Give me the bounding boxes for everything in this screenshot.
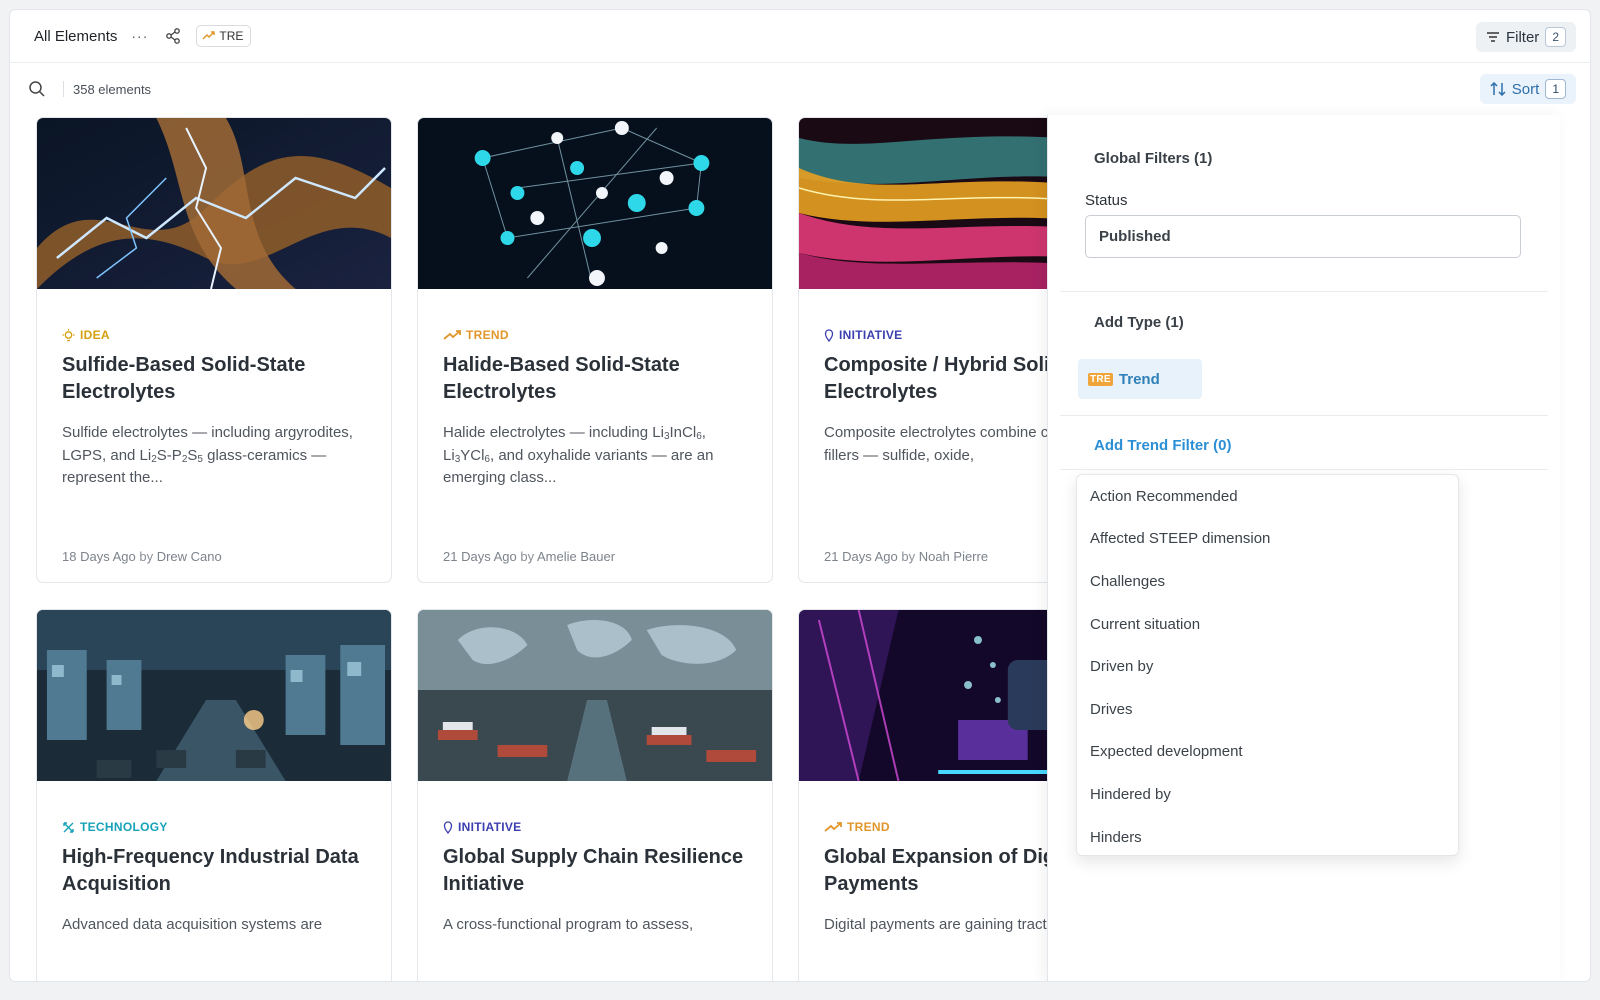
filter-icon xyxy=(1486,32,1499,42)
type-badge: TRE xyxy=(1088,372,1113,386)
toolbar: 358 elements Sort 1 xyxy=(10,63,1590,115)
type-filter-label: Trend xyxy=(1118,370,1160,388)
dropdown-option[interactable]: Challenges xyxy=(1077,560,1458,603)
dropdown-option[interactable]: Driven by xyxy=(1077,645,1458,688)
element-card[interactable]: INITIATIVE Global Supply Chain Resilienc… xyxy=(417,609,773,981)
divider xyxy=(1060,291,1548,292)
world-port-image xyxy=(418,610,772,781)
add-type-heading[interactable]: Add Type (1) xyxy=(1094,314,1184,331)
sort-icon xyxy=(1490,82,1506,96)
trend-arrow-icon xyxy=(202,31,216,40)
industrial-plant-image xyxy=(37,610,391,781)
trend-filter-dropdown: Action Recommended Affected STEEP dimens… xyxy=(1076,474,1459,856)
card-type-tag: TECHNOLOGY xyxy=(62,820,168,834)
divider xyxy=(1060,415,1548,416)
card-type-tag: TREND xyxy=(443,328,509,342)
dropdown-option[interactable]: Affected STEEP dimension xyxy=(1077,518,1458,561)
pin-icon xyxy=(443,820,453,834)
card-title: High-Frequency Industrial Data Acquisiti… xyxy=(62,846,359,895)
dropdown-option[interactable]: Action Recommended xyxy=(1077,475,1458,518)
card-title: Global Supply Chain Resilience Initiativ… xyxy=(443,846,744,895)
dropdown-option[interactable]: Hindered by xyxy=(1077,773,1458,816)
card-type-label: INITIATIVE xyxy=(839,328,903,342)
card-type-tag: INITIATIVE xyxy=(443,820,521,834)
trend-arrow-icon xyxy=(824,821,842,832)
card-type-label: INITIATIVE xyxy=(458,820,522,834)
card-type-label: TREND xyxy=(847,820,890,834)
search-icon[interactable] xyxy=(28,80,46,98)
filter-button[interactable]: Filter 2 xyxy=(1475,22,1576,52)
toolbar-divider xyxy=(63,81,64,97)
page-header: All Elements ··· TRE Filter 2 xyxy=(10,10,1590,63)
element-card[interactable]: TREND Halide-Based Solid-State Electroly… xyxy=(417,117,773,583)
sort-count-badge: 1 xyxy=(1545,79,1566,99)
filter-count-badge: 2 xyxy=(1545,27,1566,47)
pin-icon xyxy=(824,328,834,342)
dropdown-option[interactable]: Hinders xyxy=(1077,816,1458,859)
trend-arrow-icon xyxy=(443,329,461,340)
card-meta: 21 Days Ago by Amelie Bauer xyxy=(443,549,616,564)
dropdown-option[interactable]: Current situation xyxy=(1077,603,1458,646)
card-type-label: IDEA xyxy=(80,328,110,342)
lightbulb-icon xyxy=(62,328,75,341)
divider xyxy=(1060,469,1548,470)
card-type-label: TREND xyxy=(466,328,509,342)
card-title: Halide-Based Solid-State Electrolytes xyxy=(443,354,680,403)
card-meta: 18 Days Ago by Drew Cano xyxy=(62,549,222,564)
type-filter-trend[interactable]: TRE Trend xyxy=(1078,359,1202,399)
app-window: All Elements ··· TRE Filter 2 358 elemen… xyxy=(9,9,1591,982)
element-count: 358 elements xyxy=(73,81,152,97)
status-select[interactable]: Published xyxy=(1085,215,1521,258)
card-meta: 21 Days Ago by Noah Pierre xyxy=(824,549,989,564)
dropdown-option[interactable]: Drives xyxy=(1077,688,1458,731)
electric-network-image xyxy=(37,118,391,289)
page-title: All Elements xyxy=(34,27,118,45)
technology-icon xyxy=(63,821,74,833)
crystal-lattice-image xyxy=(418,118,772,289)
card-description: Halide electrolytes — including Li3InCl6… xyxy=(443,424,714,486)
card-type-tag: TREND xyxy=(824,820,890,834)
card-type-label: TECHNOLOGY xyxy=(80,820,168,834)
sort-button[interactable]: Sort 1 xyxy=(1479,74,1576,104)
dropdown-option[interactable]: Expected development xyxy=(1077,731,1458,774)
status-label: Status xyxy=(1085,192,1128,209)
type-chip-trend[interactable]: TRE xyxy=(196,25,252,47)
share-icon[interactable] xyxy=(164,27,182,45)
more-options-button[interactable]: ··· xyxy=(131,28,148,44)
element-card[interactable]: TECHNOLOGY High-Frequency Industrial Dat… xyxy=(36,609,392,981)
card-type-tag: IDEA xyxy=(62,328,110,342)
sort-label: Sort xyxy=(1511,80,1540,98)
card-description: Advanced data acquisition systems are xyxy=(62,916,323,933)
card-type-tag: INITIATIVE xyxy=(824,328,902,342)
card-description: A cross-functional program to assess, xyxy=(443,916,694,933)
filter-label: Filter xyxy=(1505,28,1540,46)
card-description: Sulfide electrolytes — including argyrod… xyxy=(62,424,353,486)
type-chip-label: TRE xyxy=(219,29,244,43)
card-title: Sulfide-Based Solid-State Electrolytes xyxy=(62,354,306,403)
global-filters-heading: Global Filters (1) xyxy=(1094,150,1213,167)
add-trend-filter-button[interactable]: Add Trend Filter (0) xyxy=(1094,437,1232,454)
element-card[interactable]: IDEA Sulfide-Based Solid-State Electroly… xyxy=(36,117,392,583)
